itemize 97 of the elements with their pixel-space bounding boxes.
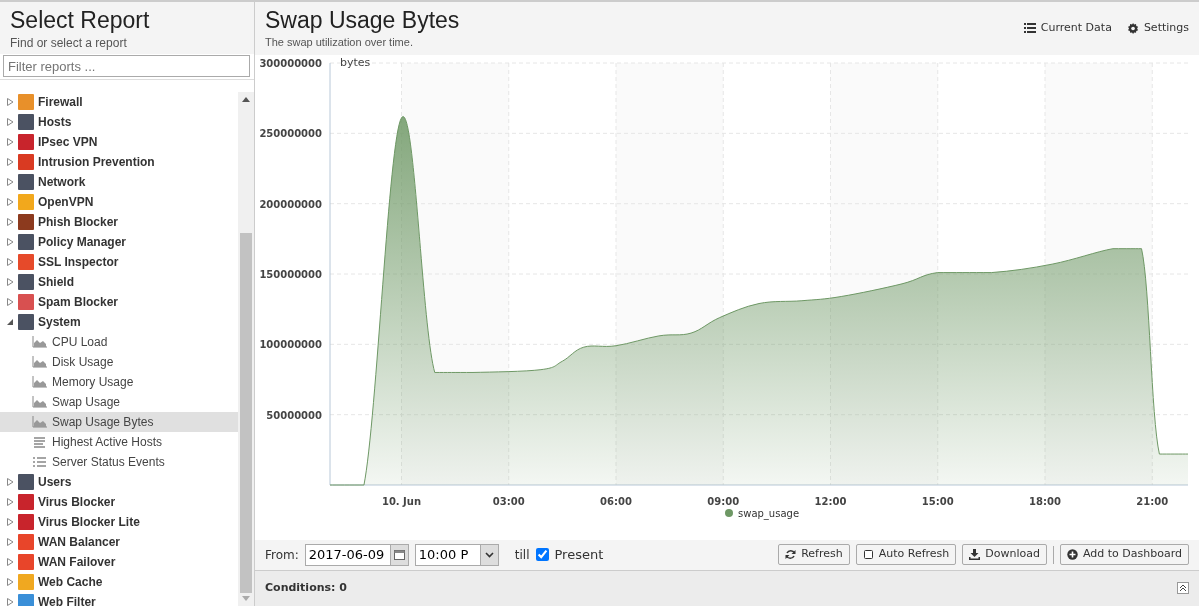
expand-triangle-icon[interactable] xyxy=(5,97,15,107)
area-chart-icon xyxy=(32,356,47,368)
area-chart-icon xyxy=(32,376,47,388)
tree-report-item[interactable]: Memory Usage xyxy=(0,372,238,392)
y-axis-title: bytes xyxy=(340,55,371,69)
collapse-icon[interactable] xyxy=(1177,582,1189,595)
tree-report-item[interactable]: Server Status Events xyxy=(0,452,238,472)
x-tick-label: 09:00 xyxy=(707,495,740,507)
time-picker[interactable]: 10:00 P xyxy=(414,543,499,566)
y-tick-label: 250000000 xyxy=(259,127,322,139)
y-tick-label: 100000000 xyxy=(259,338,322,350)
x-tick-label: 21:00 xyxy=(1136,495,1169,507)
tree-report-item[interactable]: Highest Active Hosts xyxy=(0,432,238,452)
download-button[interactable]: Download xyxy=(962,544,1047,565)
conditions-label: Conditions: 0 xyxy=(265,580,347,596)
tree-report-item[interactable]: CPU Load xyxy=(0,332,238,352)
toggle-button[interactable]: Auto Refresh xyxy=(855,544,957,565)
expand-triangle-icon[interactable] xyxy=(5,537,15,547)
x-tick-label: 18:00 xyxy=(1029,495,1061,507)
area-chart-icon xyxy=(32,416,47,428)
expand-triangle-icon[interactable] xyxy=(5,137,15,147)
x-tick-label: 10. Jun xyxy=(381,495,422,507)
refresh-icon xyxy=(785,549,797,560)
sidebar-subtitle: Find or select a report xyxy=(10,35,128,52)
tree-group-label[interactable]: Policy Manager xyxy=(38,233,127,251)
expand-triangle-icon[interactable] xyxy=(5,297,15,307)
list-icon xyxy=(32,456,47,468)
tree-group-label[interactable]: Virus Blocker Lite xyxy=(38,513,140,531)
expand-triangle-icon[interactable] xyxy=(5,237,15,247)
tree-group-label[interactable]: Users xyxy=(38,473,72,491)
list-icon xyxy=(1023,23,1036,34)
y-tick-label: 300000000 xyxy=(259,57,322,69)
scroll-down-icon[interactable] xyxy=(242,596,250,602)
tree-group-label[interactable]: Virus Blocker xyxy=(38,493,116,511)
add-button[interactable]: Add to Dashboard xyxy=(1060,544,1189,565)
y-tick-label: 50000000 xyxy=(266,409,322,421)
tree-group-label[interactable]: OpenVPN xyxy=(38,193,94,211)
sidebar-title: Select Report xyxy=(10,6,151,34)
collapse-triangle-icon[interactable] xyxy=(5,317,15,327)
from-label: From: xyxy=(265,546,299,564)
tree-group-label[interactable]: Hosts xyxy=(38,113,72,131)
x-tick-label: 12:00 xyxy=(814,495,847,507)
expand-triangle-icon[interactable] xyxy=(5,277,15,287)
current-data-button[interactable]: Current Data xyxy=(1023,20,1112,37)
expand-triangle-icon[interactable] xyxy=(5,197,15,207)
tree-group-label[interactable]: Spam Blocker xyxy=(38,293,119,311)
scroll-up-icon[interactable] xyxy=(242,96,250,102)
expand-triangle-icon[interactable] xyxy=(5,217,15,227)
expand-triangle-icon[interactable] xyxy=(5,257,15,267)
tree-group-label[interactable]: IPsec VPN xyxy=(38,133,98,151)
download-icon xyxy=(969,549,981,560)
present-label: Present xyxy=(554,545,604,564)
tree-report-item[interactable]: Disk Usage xyxy=(0,352,238,372)
settings-icon xyxy=(1127,22,1139,34)
tree-group-label[interactable]: Shield xyxy=(38,273,74,291)
tree-group-label[interactable]: Intrusion Prevention xyxy=(38,153,155,171)
checkbox-icon xyxy=(862,549,874,560)
expand-triangle-icon[interactable] xyxy=(5,117,15,127)
tree-group-label[interactable]: Web Cache xyxy=(38,573,103,591)
report-title: Swap Usage Bytes xyxy=(265,6,460,34)
report-subtitle: The swap utilization over time. xyxy=(265,35,414,50)
expand-triangle-icon[interactable] xyxy=(5,517,15,527)
refresh-button[interactable]: Refresh xyxy=(778,544,850,565)
tree-group-label[interactable]: System xyxy=(38,313,81,331)
x-tick-label: 15:00 xyxy=(921,495,954,507)
tree-group-label[interactable]: WAN Balancer xyxy=(38,533,121,551)
tree-group-label[interactable]: SSL Inspector xyxy=(38,253,119,271)
y-tick-label: 200000000 xyxy=(259,198,322,210)
expand-triangle-icon[interactable] xyxy=(5,597,15,606)
expand-triangle-icon[interactable] xyxy=(5,557,15,567)
caret-icon[interactable] xyxy=(484,551,494,558)
x-tick-label: 03:00 xyxy=(492,495,525,507)
lines-icon xyxy=(32,436,47,448)
expand-triangle-icon[interactable] xyxy=(5,177,15,187)
expand-triangle-icon[interactable] xyxy=(5,577,15,587)
tree-group-label[interactable]: Firewall xyxy=(38,93,83,111)
legend-label[interactable]: swap_usage xyxy=(738,507,800,519)
expand-triangle-icon[interactable] xyxy=(5,157,15,167)
area-chart-icon xyxy=(32,396,47,408)
calendar-icon[interactable] xyxy=(393,549,405,560)
till-label: till xyxy=(514,546,530,564)
settings-button[interactable]: Settings xyxy=(1127,20,1189,37)
tree-group-label[interactable]: Network xyxy=(38,173,86,191)
present-checkbox[interactable] xyxy=(535,548,549,561)
filter-field[interactable]: Filter reports ... xyxy=(3,55,250,77)
date-picker[interactable]: 2017-06-09 xyxy=(304,543,409,566)
tree-report-item[interactable]: Swap Usage Bytes xyxy=(0,412,238,432)
y-tick-label: 150000000 xyxy=(259,268,322,280)
area-chart-icon xyxy=(32,336,47,348)
tree-report-item[interactable]: Swap Usage xyxy=(0,392,238,412)
expand-triangle-icon[interactable] xyxy=(5,477,15,487)
tree-group-label[interactable]: Phish Blocker xyxy=(38,213,119,231)
expand-triangle-icon[interactable] xyxy=(5,497,15,507)
tree-group-label[interactable]: Web Filter xyxy=(38,593,96,606)
tree-group-label[interactable]: WAN Failover xyxy=(38,553,116,571)
plus-circle-icon xyxy=(1067,549,1078,560)
x-tick-label: 06:00 xyxy=(600,495,632,507)
